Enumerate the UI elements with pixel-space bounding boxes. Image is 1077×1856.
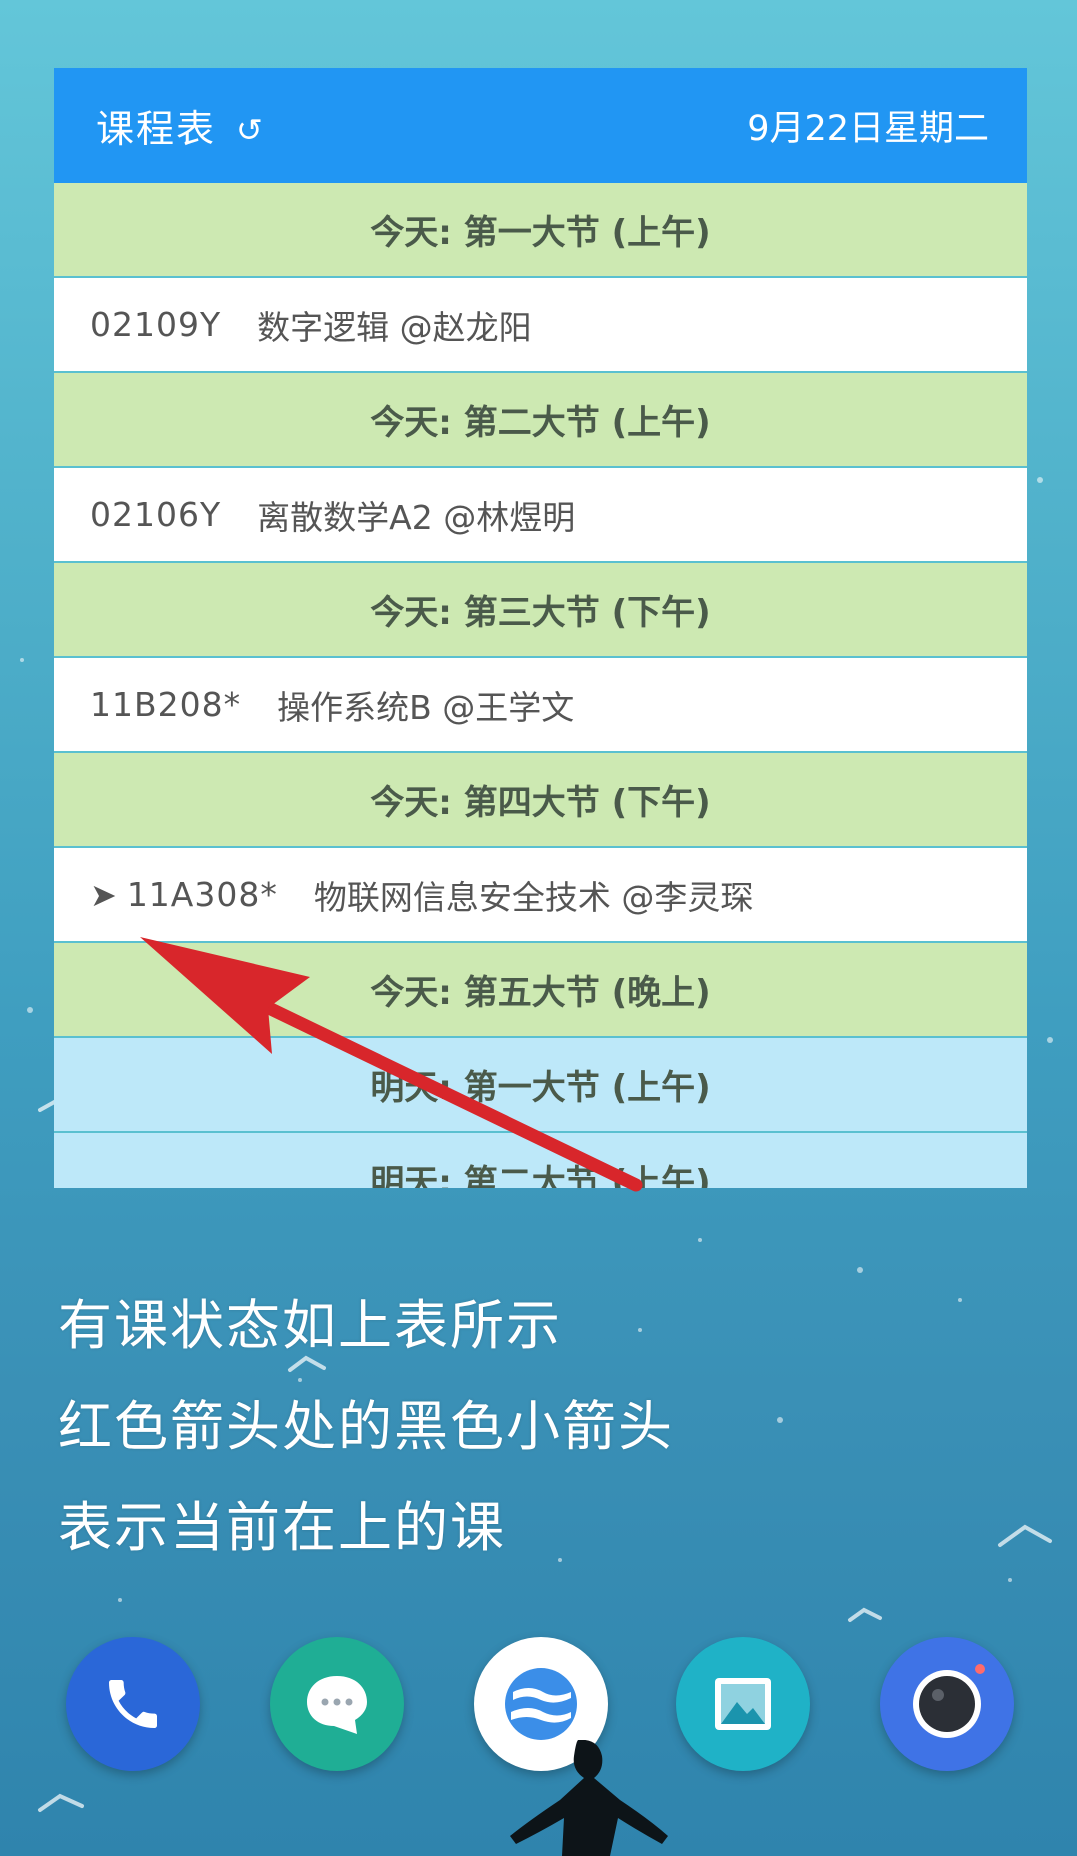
phone-icon — [109, 1680, 157, 1728]
caption-line: 有课状态如上表所示 — [58, 1294, 562, 1357]
course-row[interactable]: 11B208* 操作系统B @王学文 — [54, 658, 1027, 753]
course-code: 11B208* — [90, 685, 242, 724]
refresh-icon[interactable]: ↺ — [236, 111, 263, 149]
caption-text: 有课状态如上表所示 红色箭头处的黑色小箭头 表示当前在上的课 — [58, 1275, 674, 1578]
camera-icon — [913, 1664, 985, 1738]
current-class-arrow-icon: ➤ — [90, 875, 117, 914]
course-name: 操作系统B @王学文 — [277, 687, 575, 727]
course-name: 离散数学A2 @林煜明 — [257, 497, 576, 537]
course-name: 数字逻辑 @赵龙阳 — [257, 307, 532, 347]
caption-line: 表示当前在上的课 — [58, 1496, 506, 1559]
section-row: 今天: 第五大节 (晚上) — [54, 943, 1027, 1038]
widget-header: 课程表 ↺ 9月22日星期二 — [54, 68, 1027, 183]
course-code: 02109Y — [90, 305, 222, 344]
section-row: 今天: 第四大节 (下午) — [54, 753, 1027, 848]
course-name: 物联网信息安全技术 @李灵琛 — [313, 877, 754, 917]
gallery-app-button[interactable] — [676, 1637, 810, 1771]
phone-app-button[interactable] — [66, 1637, 200, 1771]
current-course-row[interactable]: ➤ 11A308* 物联网信息安全技术 @李灵琛 — [54, 848, 1027, 943]
section-row: 今天: 第三大节 (下午) — [54, 563, 1027, 658]
messages-app-button[interactable] — [270, 1637, 404, 1771]
camera-app-button[interactable] — [880, 1637, 1014, 1771]
course-code: 02106Y — [90, 495, 222, 534]
tomorrow-section-row: 明天: 第一大节 (上午) — [54, 1038, 1027, 1133]
chat-bubble-icon — [307, 1676, 367, 1734]
course-row[interactable]: 02106Y 离散数学A2 @林煜明 — [54, 468, 1027, 563]
section-row: 今天: 第二大节 (上午) — [54, 373, 1027, 468]
header-date: 9月22日星期二 — [747, 109, 989, 149]
browser-icon — [505, 1668, 577, 1740]
tomorrow-section-row: 明天: 第二大节 (上午) — [54, 1133, 1027, 1188]
image-icon — [715, 1678, 771, 1730]
course-row[interactable]: 02109Y 数字逻辑 @赵龙阳 — [54, 278, 1027, 373]
widget-title: 课程表 — [96, 107, 217, 151]
course-code: 11A308* — [126, 875, 278, 914]
wallpaper-figure — [510, 1740, 668, 1856]
caption-line: 红色箭头处的黑色小箭头 — [58, 1395, 674, 1458]
timetable-widget[interactable]: 课程表 ↺ 9月22日星期二 今天: 第一大节 (上午) 02109Y 数字逻辑… — [54, 68, 1027, 1188]
section-row: 今天: 第一大节 (上午) — [54, 183, 1027, 278]
